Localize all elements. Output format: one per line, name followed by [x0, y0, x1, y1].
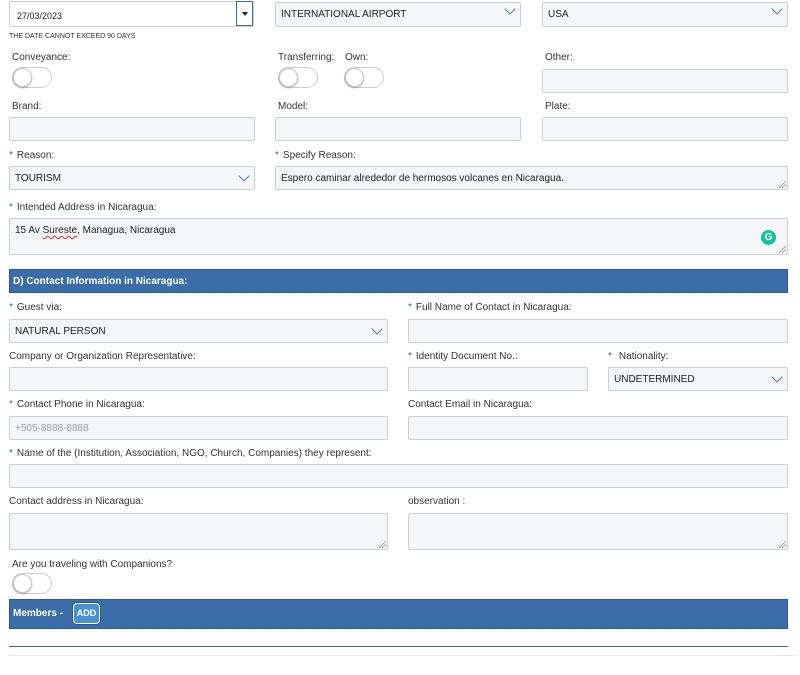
brand-input[interactable]	[9, 117, 255, 141]
contact-phone-label: * Contact Phone in Nicaragua:	[9, 399, 145, 411]
address-part: 15 Av	[15, 225, 43, 236]
entry-point-select[interactable]: INTERNATIONAL AIRPORT	[275, 2, 521, 27]
specify-reason-label-text: Specify Reason:	[282, 150, 356, 161]
contact-address-textarea[interactable]	[9, 513, 388, 550]
identity-document-label: * Identity Document No.:	[408, 351, 518, 363]
required-mark: *	[608, 351, 612, 362]
identity-document-input[interactable]	[408, 367, 588, 391]
observation-textarea[interactable]	[408, 513, 788, 550]
date-hint: THE DATE CANNOT EXCEED 90 DAYS	[9, 33, 136, 40]
transferring-toggle[interactable]	[278, 67, 318, 88]
grammarly-icon[interactable]: G	[761, 230, 776, 245]
institution-label: * Name of the (Institution, Association, …	[9, 448, 372, 460]
chevron-down-icon	[371, 323, 383, 335]
arrival-date-value: 27/03/2023	[17, 11, 63, 21]
chevron-down-icon	[238, 170, 250, 182]
required-mark: *	[408, 351, 412, 362]
chevron-down-icon	[504, 3, 516, 15]
address-part: , Managua, Nicaragua	[77, 225, 176, 236]
guest-via-value: NATURAL PERSON	[15, 326, 106, 337]
members-section-header: Members -	[9, 599, 788, 629]
full-name-label-text: Full Name of Contact in Nicaragua:	[415, 302, 572, 313]
add-member-button[interactable]: ADD	[73, 603, 100, 624]
date-picker-button[interactable]	[236, 1, 253, 26]
required-mark: *	[275, 150, 279, 161]
nationality-value: UNDETERMINED	[614, 374, 695, 385]
contact-address-label: Contact address in Nicaragua:	[9, 496, 144, 507]
conveyance-label: Conveyance:	[12, 52, 71, 63]
plate-input[interactable]	[542, 117, 788, 141]
contact-phone-label-text: Contact Phone in Nicaragua:	[16, 399, 145, 410]
model-label: Model:	[278, 101, 309, 112]
own-toggle[interactable]	[344, 67, 384, 88]
specify-reason-textarea[interactable]: Espero caminar alrededor de hermosos vol…	[275, 166, 788, 190]
transferring-label: Transferring:	[278, 52, 335, 63]
reason-value: TOURISM	[15, 173, 61, 184]
toggle-knob	[13, 574, 32, 593]
country-value: USA	[548, 9, 569, 20]
caret-down-icon	[242, 12, 248, 16]
required-mark: *	[9, 302, 13, 313]
nationality-label-text: Nationality:	[618, 351, 669, 362]
intended-address-textarea[interactable]: 15 Av Sureste, Managua, Nicaragua	[9, 218, 788, 255]
observation-label: observation :	[408, 496, 466, 507]
companions-toggle[interactable]	[12, 573, 52, 594]
reason-label-text: Reason:	[16, 150, 55, 161]
chevron-down-icon	[771, 3, 783, 15]
reason-select[interactable]: TOURISM	[9, 166, 255, 190]
divider	[9, 655, 798, 656]
required-mark: *	[9, 399, 13, 410]
intended-address-label-text: Intended Address in Nicaragua:	[16, 202, 157, 213]
guest-via-select[interactable]: NATURAL PERSON	[9, 319, 388, 343]
full-name-label: * Full Name of Contact in Nicaragua:	[408, 302, 572, 314]
other-input[interactable]	[542, 69, 788, 93]
contact-email-label: Contact Email in Nicaragua:	[408, 399, 532, 410]
nationality-label: * Nationality:	[608, 351, 668, 363]
reason-label: * Reason:	[9, 150, 54, 162]
brand-label: Brand:	[12, 101, 42, 112]
contact-section-title: D) Contact Information in Nicaragua:	[13, 276, 188, 287]
guest-via-label-text: Guest via:	[16, 302, 62, 313]
intended-address-value: 15 Av Sureste, Managua, Nicaragua	[15, 225, 176, 237]
required-mark: *	[9, 202, 13, 213]
contact-phone-input[interactable]: +505-8888-8888	[9, 416, 388, 440]
specify-reason-value: Espero caminar alrededor de hermosos vol…	[281, 173, 564, 184]
chevron-down-icon	[771, 371, 783, 383]
identity-document-label-text: Identity Document No.:	[415, 351, 518, 362]
conveyance-toggle[interactable]	[12, 67, 52, 88]
resize-grip-icon[interactable]	[779, 246, 786, 253]
contact-email-input[interactable]	[408, 416, 788, 440]
other-label: Other:	[545, 52, 573, 63]
resize-grip-icon[interactable]	[779, 541, 786, 548]
company-input[interactable]	[9, 367, 388, 391]
toggle-knob	[13, 68, 32, 87]
toggle-knob	[345, 68, 364, 87]
guest-via-label: * Guest via:	[9, 302, 62, 314]
nationality-select[interactable]: UNDETERMINED	[608, 367, 788, 391]
specify-reason-label: * Specify Reason:	[275, 150, 356, 162]
institution-input[interactable]	[9, 464, 788, 488]
members-title: Members -	[13, 608, 64, 619]
model-input[interactable]	[275, 117, 521, 141]
divider	[9, 646, 788, 647]
required-mark: *	[9, 150, 13, 161]
resize-grip-icon[interactable]	[779, 181, 786, 188]
contact-section-header: D) Contact Information in Nicaragua:	[9, 269, 788, 293]
intended-address-label: * Intended Address in Nicaragua:	[9, 202, 156, 214]
required-mark: *	[9, 448, 13, 459]
full-name-input[interactable]	[408, 319, 788, 343]
toggle-knob	[279, 68, 298, 87]
country-select[interactable]: USA	[542, 2, 788, 27]
entry-point-value: INTERNATIONAL AIRPORT	[281, 9, 407, 20]
companions-label: Are you traveling with Companions?	[12, 559, 173, 570]
contact-phone-placeholder: +505-8888-8888	[15, 423, 89, 434]
plate-label: Plate:	[545, 101, 571, 112]
required-mark: *	[408, 302, 412, 313]
resize-grip-icon[interactable]	[379, 541, 386, 548]
arrival-date-field[interactable]: 27/03/2023	[9, 1, 254, 27]
own-label: Own:	[345, 52, 369, 63]
institution-label-text: Name of the (Institution, Association, N…	[16, 448, 372, 459]
company-label: Company or Organization Representative:	[9, 351, 196, 362]
spelling-error-word: Sureste	[42, 225, 78, 236]
